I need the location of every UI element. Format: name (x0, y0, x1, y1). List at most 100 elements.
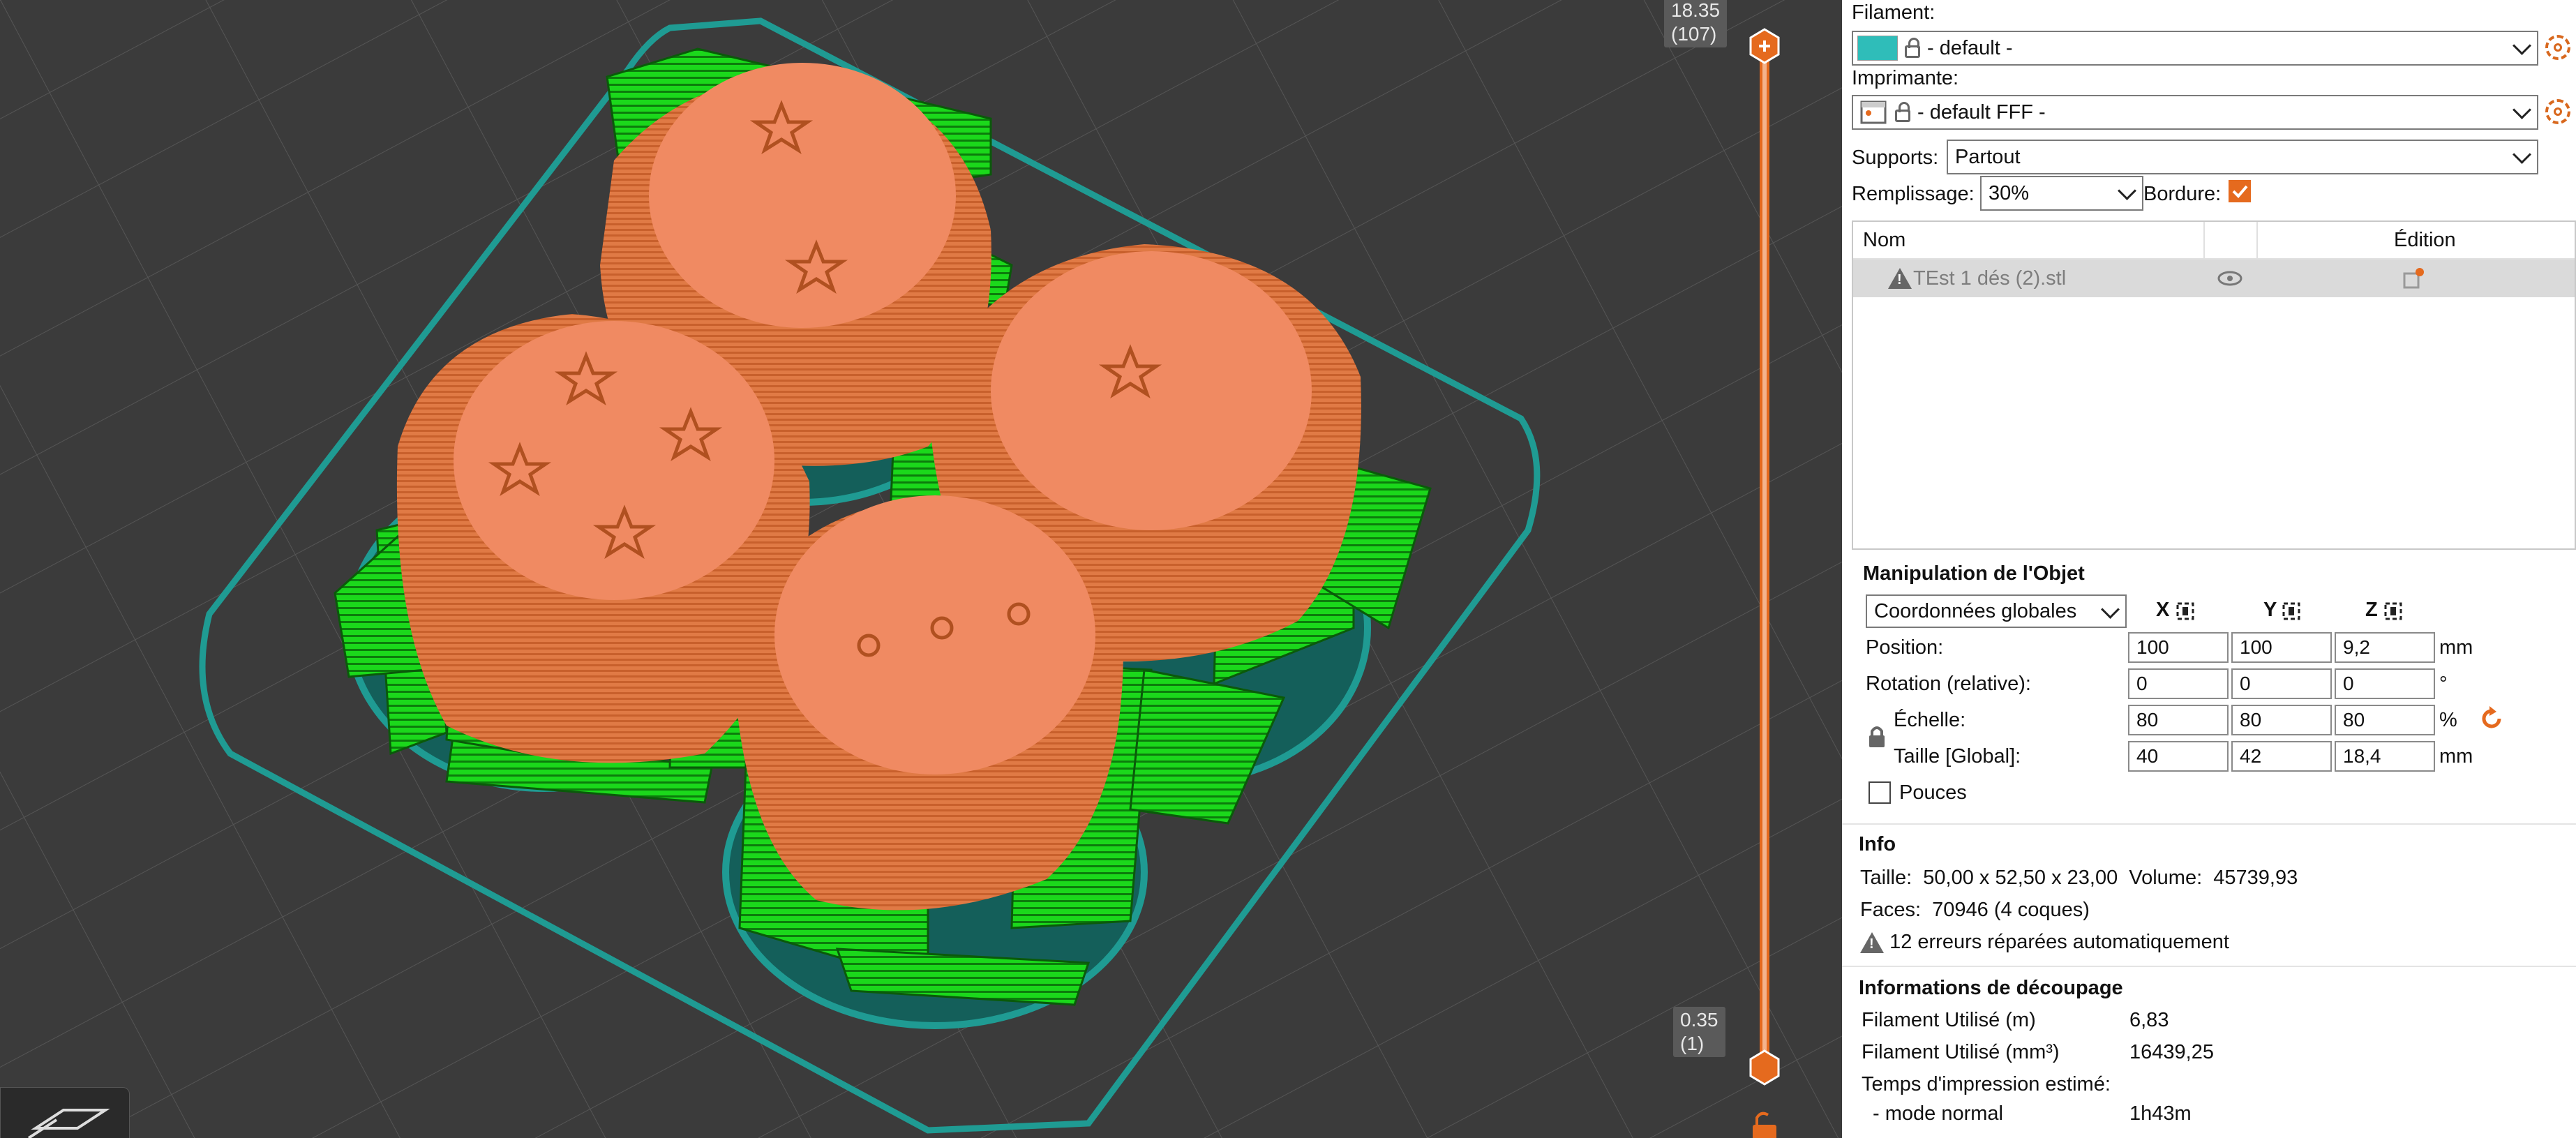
filament-color-swatch[interactable] (1857, 36, 1898, 61)
object-list-header: Nom Édition (1853, 222, 2575, 260)
rotation-y-field[interactable]: 0 (2231, 668, 2332, 699)
info-title: Info (1859, 833, 1896, 855)
object-list-row[interactable]: TEst 1 dés (2).stl (1853, 260, 2575, 297)
layers-icon (27, 1109, 110, 1138)
warning-icon (1860, 932, 1884, 954)
supports-label: Supports: (1852, 147, 1939, 169)
position-label: Position: (1866, 636, 1944, 659)
edit-settings-icon[interactable] (2402, 267, 2427, 290)
chevron-down-icon (2101, 600, 2120, 619)
axis-x-label: X (2156, 599, 2170, 621)
axis-z-label: Z (2365, 599, 2378, 621)
normal-mode-label: - mode normal (1873, 1102, 2003, 1125)
chevron-down-icon (2513, 100, 2531, 119)
brim-label: Bordure: (2143, 183, 2222, 205)
info-size-value: 50,00 x 52,50 x 23,00 (1923, 867, 2118, 889)
infill-select-value: 30% (1989, 181, 2030, 204)
printer-select-value: - default FFF - (1917, 100, 2046, 123)
info-faces-value: 70946 (4 coques) (1932, 899, 2090, 921)
info-errors: 12 erreurs réparées automatiquement (1860, 931, 2229, 954)
info-volume-value: 45739,93 (2213, 867, 2298, 889)
inches-label: Pouces (1899, 781, 1967, 804)
info-size-label: Taille: (1860, 867, 1912, 889)
object-name: TEst 1 dés (2).stl (1913, 267, 2067, 290)
axis-drop-to-bed-icon[interactable] (2176, 601, 2195, 621)
layer-bottom-label: 0.35 (1) (1673, 1007, 1725, 1057)
info-volume-label: Volume: (2129, 867, 2203, 889)
warning-icon (1888, 268, 1912, 289)
info-faces: Faces: 70946 (4 coques) (1860, 899, 2090, 922)
position-z-field[interactable]: 9,2 (2335, 632, 2435, 663)
info-faces-label: Faces: (1860, 899, 1922, 921)
infill-select[interactable]: 30% (1980, 176, 2143, 211)
position-y-field[interactable]: 100 (2231, 632, 2332, 663)
column-header-edit[interactable]: Édition (2394, 229, 2456, 252)
size-unit: mm (2439, 745, 2473, 768)
supports-select-value: Partout (1955, 145, 2021, 168)
axis-drop-to-bed-icon[interactable] (2383, 601, 2403, 621)
view-toggle-button[interactable] (0, 1087, 130, 1138)
chevron-down-icon (2118, 181, 2136, 200)
layer-slider-top-handle (1749, 28, 1780, 64)
manipulation-title: Manipulation de l'Objet (1863, 562, 2085, 585)
slicing-info-title: Informations de découpage (1859, 977, 2123, 999)
filament-settings-gear-icon[interactable] (2545, 35, 2570, 60)
position-x-field[interactable]: 100 (2128, 632, 2229, 663)
size-z-field[interactable]: 18,4 (2335, 741, 2435, 772)
eye-icon[interactable] (2216, 269, 2244, 287)
inches-checkbox[interactable] (1869, 781, 1891, 804)
rotation-label: Rotation (relative): (1866, 673, 2031, 695)
reset-scale-icon[interactable] (2478, 705, 2506, 733)
check-icon (2232, 185, 2248, 198)
sliced-model-preview (0, 0, 1842, 1138)
normal-mode-value: 1h43m (2129, 1102, 2192, 1125)
size-x-field[interactable]: 40 (2128, 741, 2229, 772)
scale-z-field[interactable]: 80 (2335, 705, 2435, 735)
scale-unit: % (2439, 709, 2457, 731)
scale-x-field[interactable]: 80 (2128, 705, 2229, 735)
size-y-field[interactable]: 42 (2231, 741, 2332, 772)
rotation-x-field[interactable]: 0 (2128, 668, 2229, 699)
column-header-name[interactable]: Nom (1863, 229, 1905, 252)
printer-select[interactable]: - default FFF - (1852, 95, 2538, 130)
rotation-z-field[interactable]: 0 (2335, 668, 2435, 699)
printer-label: Imprimante: (1852, 67, 1959, 89)
axis-drop-to-bed-icon[interactable] (2282, 601, 2301, 621)
print-time-label: Temps d'impression estimé: (1862, 1073, 2111, 1095)
scale-lock-icon[interactable] (1867, 724, 1887, 749)
layer-top-number: (107) (1671, 23, 1717, 45)
filament-used-m-label: Filament Utilisé (m) (1862, 1009, 2036, 1031)
coordinate-system-value: Coordonnées globales (1874, 599, 2077, 622)
rotation-unit: ° (2439, 673, 2448, 695)
scale-label: Échelle: (1894, 709, 1966, 731)
filament-select-value: - default - (1927, 36, 2013, 59)
filament-label: Filament: (1852, 1, 1935, 24)
infill-label: Remplissage: (1852, 183, 1975, 205)
settings-panel: Filament: - default - Imprimante: - defa… (1842, 0, 2576, 1138)
lock-icon (1905, 38, 1920, 58)
lock-icon (1895, 102, 1910, 122)
axis-y-label: Y (2263, 599, 2277, 621)
filament-used-mm3-value: 16439,25 (2129, 1041, 2214, 1063)
filament-used-mm3-label: Filament Utilisé (mm³) (1862, 1041, 2060, 1063)
layer-bottom-number: (1) (1680, 1033, 1705, 1054)
scale-y-field[interactable]: 80 (2231, 705, 2332, 735)
size-label: Taille [Global]: (1894, 745, 2021, 768)
printer-settings-gear-icon[interactable] (2545, 99, 2570, 124)
printer-icon (1860, 100, 1887, 124)
layer-top-height: 18.35 (1671, 0, 1721, 21)
layer-slider-bottom-handle (1749, 1049, 1780, 1086)
3d-preview-viewport[interactable]: 18.35 (107) 0.35 (1) (0, 0, 1842, 1138)
info-size: Taille: 50,00 x 52,50 x 23,00 Volume: 45… (1860, 867, 2298, 890)
position-unit: mm (2439, 636, 2473, 659)
chevron-down-icon (2513, 36, 2531, 55)
layer-bottom-height: 0.35 (1680, 1009, 1718, 1031)
supports-select[interactable]: Partout (1947, 140, 2538, 174)
filament-select[interactable]: - default - (1852, 31, 2538, 66)
coordinate-system-select[interactable]: Coordonnées globales (1866, 594, 2127, 628)
layer-top-label: 18.35 (107) (1664, 0, 1728, 47)
brim-checkbox[interactable] (2229, 180, 2251, 202)
filament-used-m-value: 6,83 (2129, 1009, 2169, 1031)
info-errors-text: 12 erreurs réparées automatiquement (1889, 931, 2229, 953)
object-list: Nom Édition TEst 1 dés (2).stl (1852, 220, 2576, 550)
